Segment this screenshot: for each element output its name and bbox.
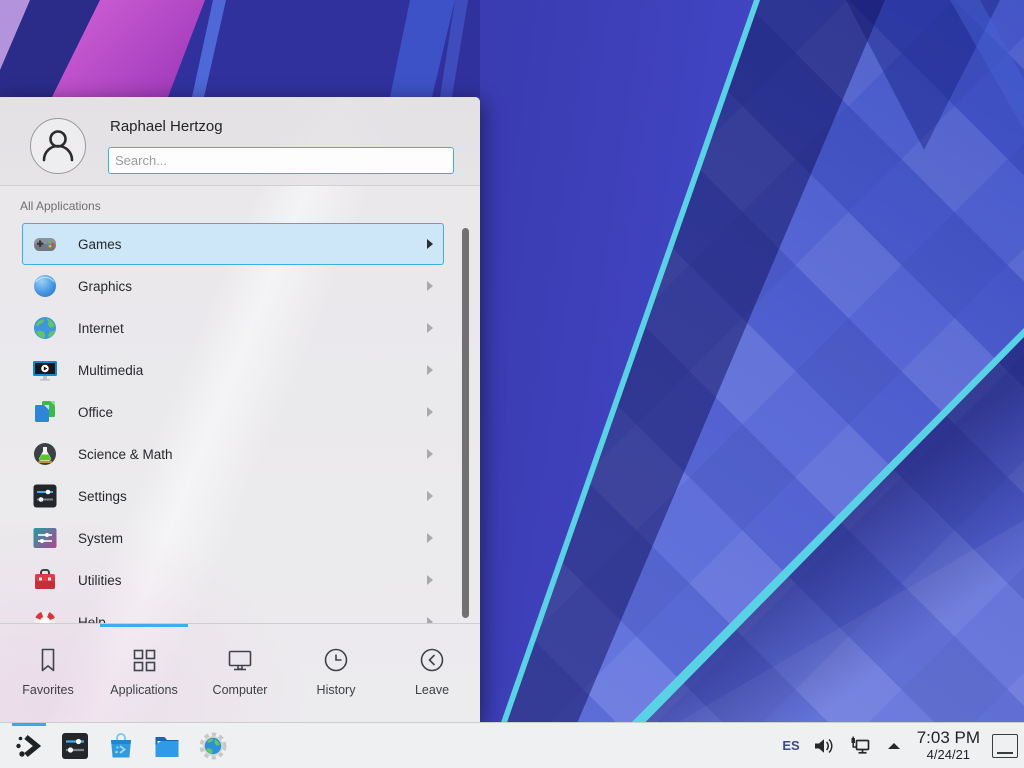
submenu-arrow-icon <box>427 533 433 543</box>
category-list: Games Graphics <box>0 223 480 623</box>
category-item-office[interactable]: Office <box>22 391 444 433</box>
games-icon <box>32 231 58 257</box>
category-item-system[interactable]: System <box>22 517 444 559</box>
system-tray: ES <box>782 736 902 756</box>
taskbar-panel: ES <box>0 722 1024 768</box>
category-label: System <box>78 531 427 546</box>
launcher-open-indicator <box>12 723 46 726</box>
settings-icon <box>32 483 58 509</box>
category-item-utilities[interactable]: Utilities <box>22 559 444 601</box>
section-label: All Applications <box>20 199 101 213</box>
launcher-tabbar: Favorites Applications <box>0 624 480 722</box>
user-avatar[interactable] <box>30 118 86 174</box>
tray-expander-icon[interactable] <box>885 739 903 753</box>
grid-icon <box>129 645 159 675</box>
tab-label: Computer <box>213 683 268 697</box>
multimedia-icon <box>32 357 58 383</box>
list-scrollbar[interactable] <box>462 228 469 618</box>
desktop: Raphael Hertzog All Applications Games <box>0 0 1024 768</box>
science-icon <box>32 441 58 467</box>
tab-applications[interactable]: Applications <box>96 624 192 722</box>
discover-button[interactable] <box>98 723 144 768</box>
header-divider <box>0 185 480 186</box>
category-label: Internet <box>78 321 427 336</box>
graphics-icon <box>32 273 58 299</box>
clock-icon <box>321 645 351 675</box>
file-manager-button[interactable] <box>144 723 190 768</box>
category-label: Graphics <box>78 279 427 294</box>
tab-computer[interactable]: Computer <box>192 624 288 722</box>
submenu-arrow-icon <box>427 407 433 417</box>
submenu-arrow-icon <box>427 365 433 375</box>
tab-history[interactable]: History <box>288 624 384 722</box>
clock-time: 7:03 PM <box>917 729 980 748</box>
show-desktop-button[interactable] <box>992 734 1018 758</box>
browser-button[interactable] <box>190 723 236 768</box>
tab-label: Applications <box>110 683 177 697</box>
category-item-settings[interactable]: Settings <box>22 475 444 517</box>
monitor-icon <box>225 645 255 675</box>
tab-label: History <box>317 683 356 697</box>
submenu-arrow-icon <box>427 323 433 333</box>
user-name: Raphael Hertzog <box>110 118 223 135</box>
leave-icon <box>417 645 447 675</box>
discover-icon <box>106 731 136 761</box>
category-item-science[interactable]: Science & Math <box>22 433 444 475</box>
bookmark-icon <box>33 645 63 675</box>
tab-favorites[interactable]: Favorites <box>0 624 96 722</box>
category-label: Utilities <box>78 573 427 588</box>
clock-date: 4/24/21 <box>927 748 970 762</box>
category-label: Help <box>78 615 427 624</box>
category-item-multimedia[interactable]: Multimedia <box>22 349 444 391</box>
utilities-icon <box>32 567 58 593</box>
help-icon <box>32 609 58 623</box>
submenu-arrow-icon <box>427 239 433 249</box>
category-item-help[interactable]: Help <box>22 601 444 623</box>
submenu-arrow-icon <box>427 575 433 585</box>
volume-icon[interactable] <box>813 736 835 756</box>
konqueror-globe-icon <box>198 731 228 761</box>
category-label: Games <box>78 237 427 252</box>
kde-launcher-icon <box>14 731 44 761</box>
submenu-arrow-icon <box>427 449 433 459</box>
network-icon[interactable] <box>848 736 872 756</box>
launcher-header: Raphael Hertzog <box>0 97 480 185</box>
category-label: Multimedia <box>78 363 427 378</box>
category-label: Science & Math <box>78 447 427 462</box>
digital-clock[interactable]: 7:03 PM 4/24/21 <box>917 729 980 762</box>
application-launcher-popup: Raphael Hertzog All Applications Games <box>0 97 480 722</box>
application-launcher-button[interactable] <box>6 723 52 768</box>
tab-leave[interactable]: Leave <box>384 624 480 722</box>
category-item-internet[interactable]: Internet <box>22 307 444 349</box>
category-label: Settings <box>78 489 427 504</box>
system-settings-icon <box>60 731 90 761</box>
search-input[interactable] <box>108 147 454 174</box>
tab-label: Leave <box>415 683 449 697</box>
keyboard-layout-indicator[interactable]: ES <box>782 738 799 753</box>
user-icon <box>31 119 85 173</box>
system-icon <box>32 525 58 551</box>
folder-icon <box>152 731 182 761</box>
system-settings-button[interactable] <box>52 723 98 768</box>
submenu-arrow-icon <box>427 281 433 291</box>
category-item-graphics[interactable]: Graphics <box>22 265 444 307</box>
internet-icon <box>32 315 58 341</box>
category-label: Office <box>78 405 427 420</box>
category-item-games[interactable]: Games <box>22 223 444 265</box>
office-icon <box>32 399 58 425</box>
tab-label: Favorites <box>22 683 73 697</box>
submenu-arrow-icon <box>427 491 433 501</box>
